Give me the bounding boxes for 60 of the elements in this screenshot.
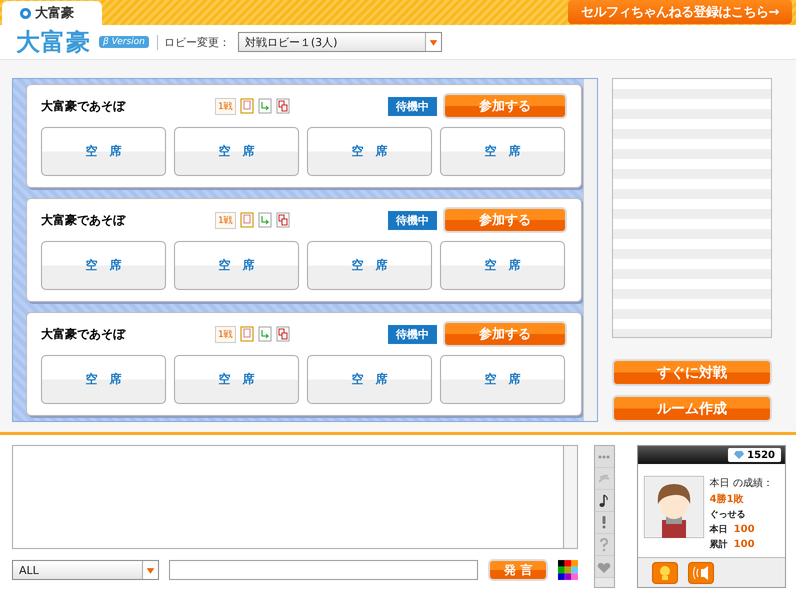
seat-button[interactable]: 空 席 <box>41 241 166 290</box>
seat-button[interactable]: 空 席 <box>307 241 432 290</box>
tab-label: 大富豪 <box>35 4 74 22</box>
speaker-icon <box>692 566 709 580</box>
version-badge: β Version <box>99 36 149 48</box>
gem-icon <box>734 451 744 459</box>
seat-button[interactable]: 空 席 <box>440 355 565 404</box>
card-icon <box>240 212 254 228</box>
card-icon <box>240 326 254 342</box>
match-count-badge: 1戦 <box>215 98 236 114</box>
avatar <box>644 476 704 538</box>
stat-label: 本日 <box>710 523 728 536</box>
action-button[interactable]: ルーム作成 <box>612 395 772 422</box>
seat-button[interactable]: 空 席 <box>41 355 166 404</box>
exclamation-icon <box>602 516 606 529</box>
chat-input-field[interactable] <box>169 560 478 580</box>
game-tab[interactable]: 大富豪 <box>2 1 102 25</box>
sound-button[interactable] <box>688 562 714 584</box>
seat-button[interactable]: 空 席 <box>174 241 299 290</box>
caret-icon <box>424 33 441 51</box>
today-record: 4勝1敗 <box>710 492 745 506</box>
match-count-badge: 1戦 <box>215 326 236 342</box>
cards-icon <box>276 212 290 228</box>
signup-link[interactable]: セルフィちゃんねる登録はこちら→ <box>568 0 792 24</box>
avatar-button[interactable] <box>652 562 678 584</box>
seat-button[interactable]: 空 席 <box>41 127 166 176</box>
scrollbar[interactable] <box>583 79 597 421</box>
today-label: 本日 の成績： <box>710 476 773 490</box>
room-status: 待機中 <box>388 210 437 230</box>
card-icon <box>240 98 254 114</box>
seat-button[interactable]: 空 席 <box>440 241 565 290</box>
ring-icon <box>20 8 31 18</box>
room-status: 待機中 <box>388 96 437 116</box>
stat-value: 100 <box>734 539 755 550</box>
room-name: 大富豪であそぼ <box>41 326 127 342</box>
seat-button[interactable]: 空 席 <box>307 355 432 404</box>
player-name: ぐっせる <box>710 509 747 521</box>
cards-icon <box>276 326 290 342</box>
color-palette-icon[interactable] <box>558 560 578 580</box>
channel-select[interactable]: ALL <box>12 560 160 580</box>
stat-value: 100 <box>734 524 755 535</box>
emote-button[interactable] <box>595 490 614 512</box>
game-logo: 大富豪 <box>16 27 91 58</box>
caret-icon <box>142 561 158 579</box>
scrollbar[interactable] <box>563 446 577 548</box>
lobby-label: ロビー変更： <box>156 34 230 50</box>
room-name: 大富豪であそぼ <box>41 98 127 114</box>
cards-icon <box>276 98 290 114</box>
person-icon <box>658 565 672 581</box>
dots-icon <box>598 454 610 458</box>
seat-button[interactable]: 空 席 <box>174 127 299 176</box>
seat-button[interactable]: 空 席 <box>174 355 299 404</box>
seat-button[interactable]: 空 席 <box>307 127 432 176</box>
stat-label: 累計 <box>710 538 728 551</box>
points-badge: 1520 <box>728 448 781 462</box>
seat-button[interactable]: 空 席 <box>440 127 565 176</box>
room-status: 待機中 <box>388 324 437 344</box>
room-name: 大富豪であそぼ <box>41 212 127 228</box>
match-count-badge: 1戦 <box>215 212 236 228</box>
lobby-select[interactable]: 対戦ロビー１(3人) <box>238 32 442 52</box>
